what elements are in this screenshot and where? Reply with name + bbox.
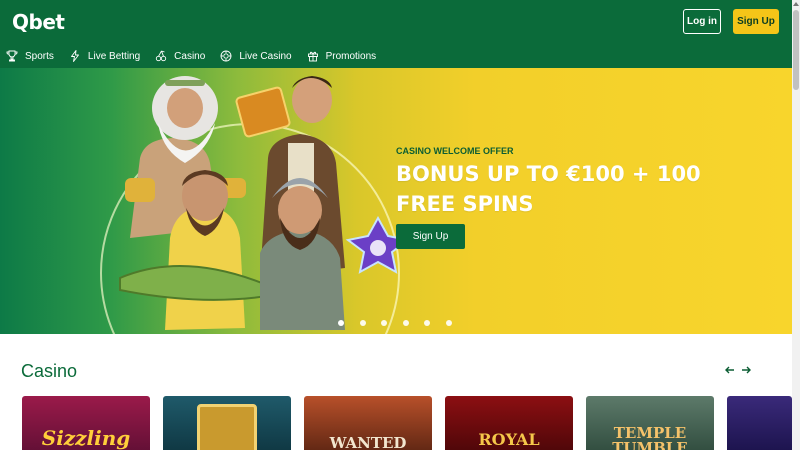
trophy-icon [6,50,18,62]
offer-kicker: CASINO WELCOME OFFER [396,146,514,156]
top-header: Qbet Log in Sign Up [0,0,792,44]
game-tile-golden-book[interactable] [163,396,291,450]
carousel-dot[interactable] [445,320,452,326]
game-tile-temple-tumble[interactable]: TEMPLE TUMBLE [586,396,714,450]
nav-item-live-betting[interactable]: Live Betting [69,50,140,62]
game-title: TEMPLE TUMBLE [612,424,688,450]
page: Qbet Log in Sign Up Sports Live Betting … [0,0,800,450]
signup-button[interactable]: Sign Up [733,9,779,34]
main-nav: Sports Live Betting Casino Live Casino P… [0,44,792,68]
golden-book-art [197,404,257,450]
hero-banner[interactable]: CASINO WELCOME OFFER BONUS UP TO €100 + … [0,68,792,334]
carousel-dot[interactable] [381,320,387,326]
game-title: WANTED [329,434,407,450]
nav-label: Live Casino [239,50,292,62]
nav-label: Promotions [325,50,377,62]
game-title: ROYAL [478,430,540,449]
carousel-dot[interactable] [338,320,344,326]
casino-section-title: Casino [21,361,78,381]
nav-item-casino[interactable]: Casino [155,50,205,62]
banner-characters-illustration [119,76,411,330]
game-tile-partial[interactable] [727,396,792,450]
game-title: Sizzling [41,426,131,450]
hero-signup-button[interactable]: Sign Up [396,224,465,249]
qbet-logo[interactable]: Qbet [12,10,65,34]
carousel-dot[interactable] [402,320,409,326]
offer-title: BONUS UP TO €100 + 100 FREE SPINS [396,162,701,216]
carousel-dots [338,320,467,326]
roulette-chip-icon [220,50,232,62]
game-tile-wanted[interactable]: WANTED [304,396,432,450]
nav-label: Live Betting [87,50,141,62]
nav-item-promotions[interactable]: Promotions [307,50,377,62]
golden-card [235,86,291,138]
nav-item-live-casino[interactable]: Live Casino [220,50,292,62]
arrow-left-icon[interactable] [724,364,736,376]
nav-label: Sports [25,50,54,62]
lightning-icon [70,50,79,62]
carousel-dot[interactable] [359,320,366,326]
gift-icon [307,51,318,62]
login-button[interactable]: Log in [683,9,721,34]
arrow-right-icon[interactable] [740,364,752,376]
carousel-dot[interactable] [424,320,430,326]
game-tile-royal[interactable]: ROYAL [445,396,573,450]
nav-item-sports[interactable]: Sports [6,50,54,62]
scroll-up-arrow-icon[interactable] [793,2,799,6]
nav-label: Casino [174,50,206,62]
scrollbar-thumb[interactable] [793,10,799,90]
cherries-icon [156,50,167,62]
game-tile-sizzling[interactable]: Sizzling [22,396,150,450]
